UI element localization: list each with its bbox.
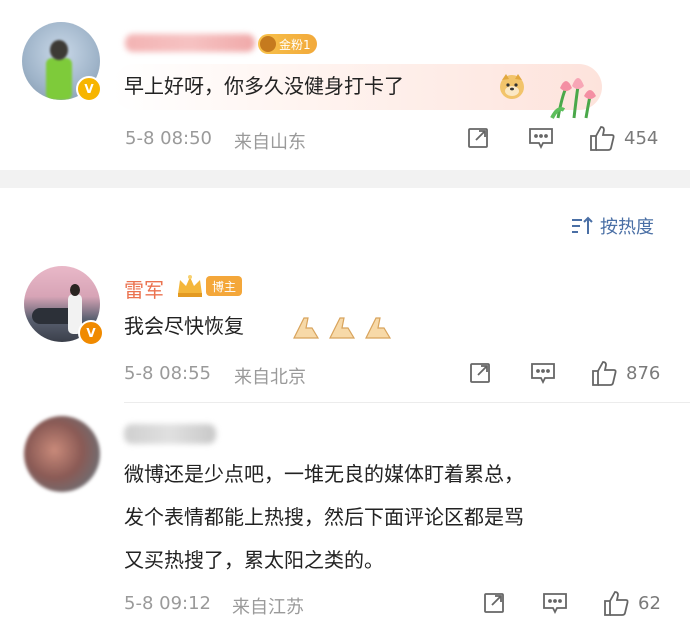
like-count: 62 xyxy=(638,593,661,614)
comment-text-line: 发个表情都能上热搜，然后下面评论区都是骂 xyxy=(124,505,524,529)
comment-time: 5-8 08:55 xyxy=(124,363,211,384)
comment-text: 我会尽快恢复 xyxy=(124,314,244,338)
username[interactable]: 雷军 xyxy=(124,274,164,303)
like-icon[interactable] xyxy=(602,589,630,617)
like-icon[interactable] xyxy=(588,124,616,152)
share-icon[interactable] xyxy=(466,126,490,150)
fan-badge-icon xyxy=(260,36,276,52)
fan-badge: 金粉1 xyxy=(258,34,317,54)
crown-icon xyxy=(176,274,204,298)
sort-button[interactable]: 按热度 xyxy=(570,213,654,239)
share-icon[interactable] xyxy=(482,591,506,615)
comment-location: 来自山东 xyxy=(234,132,306,153)
comment-time: 5-8 09:12 xyxy=(124,593,211,614)
sort-icon xyxy=(570,215,594,237)
fan-badge-label: 金粉1 xyxy=(279,37,311,52)
like-count: 876 xyxy=(626,363,661,384)
section-divider xyxy=(0,170,690,188)
host-badge: 博主 xyxy=(206,276,243,296)
comment-text: 早上好呀，你多久没健身打卡了 xyxy=(124,74,404,98)
pray-hands-emoji xyxy=(290,312,400,340)
verified-badge-icon: V xyxy=(76,76,102,102)
comment-text-line: 又买热搜了，累太阳之类的。 xyxy=(124,548,384,572)
comment-icon[interactable] xyxy=(530,361,556,385)
sort-label: 按热度 xyxy=(600,217,654,238)
comment-text-line: 微博还是少点吧，一堆无良的媒体盯着累总， xyxy=(124,462,524,486)
comment-icon[interactable] xyxy=(528,126,554,150)
avatar[interactable] xyxy=(24,416,100,492)
like-icon[interactable] xyxy=(590,359,618,387)
verified-badge-icon: V xyxy=(78,320,104,346)
comment-divider xyxy=(124,402,690,403)
comment-time: 5-8 08:50 xyxy=(125,128,212,149)
username-redacted[interactable] xyxy=(125,34,255,52)
host-badge-label: 博主 xyxy=(212,279,237,294)
like-count: 454 xyxy=(624,128,659,149)
comment-location: 来自江苏 xyxy=(232,597,304,618)
comment-icon[interactable] xyxy=(542,591,568,615)
comment-location: 来自北京 xyxy=(234,367,306,388)
username-redacted[interactable] xyxy=(124,424,216,444)
doge-emoji xyxy=(498,72,526,100)
share-icon[interactable] xyxy=(468,361,492,385)
tulip-emoji xyxy=(548,66,598,120)
